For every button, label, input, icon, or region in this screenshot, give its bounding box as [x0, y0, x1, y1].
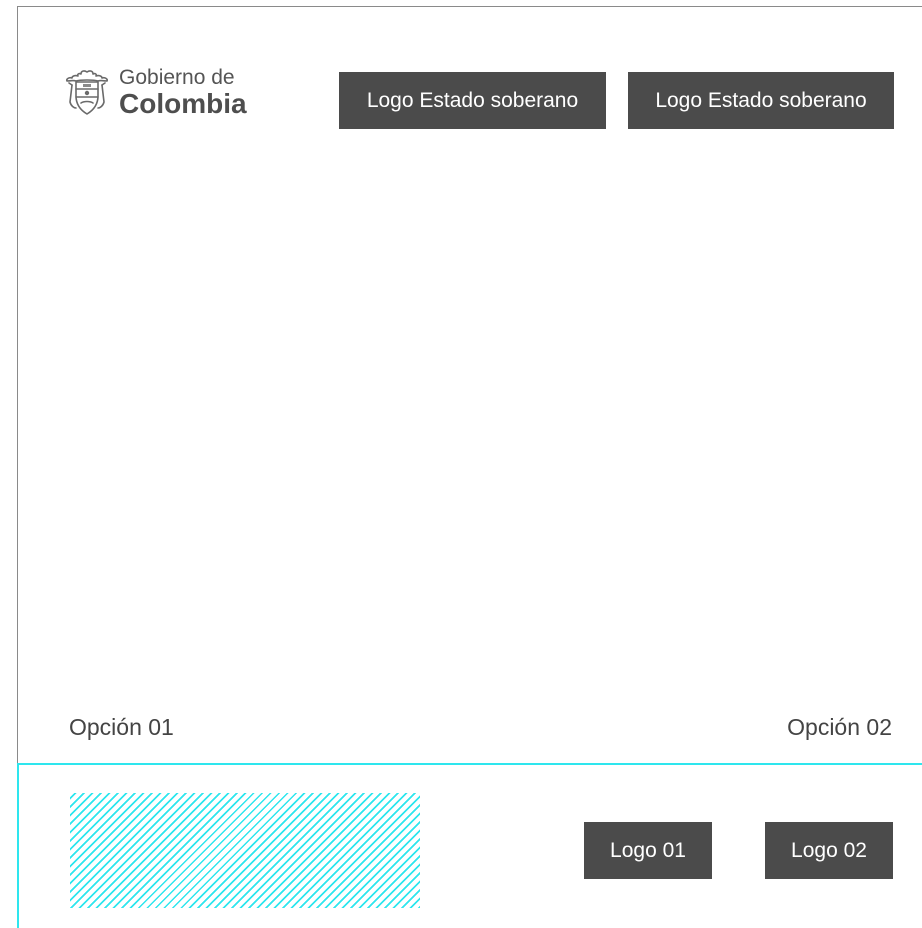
option-01-label: Opción 01 — [69, 714, 174, 740]
logo-estado-soberano-placeholder-1: Logo Estado soberano — [339, 72, 606, 129]
gobierno-de-colombia-logo: Gobierno de Colombia — [62, 66, 282, 122]
coat-of-arms-icon — [66, 70, 108, 115]
logo-estado-soberano-placeholder-2: Logo Estado soberano — [628, 72, 894, 129]
logo-01-placeholder: Logo 01 — [584, 822, 712, 879]
page: Gobierno de Colombia Logo Estado soberan… — [0, 0, 922, 928]
logo-02-placeholder: Logo 02 — [765, 822, 893, 879]
hatched-reserved-area — [70, 793, 420, 908]
brand-line-1: Gobierno de — [119, 66, 235, 89]
option-02-label: Opción 02 — [787, 714, 892, 740]
brand-line-2: Colombia — [119, 88, 247, 119]
